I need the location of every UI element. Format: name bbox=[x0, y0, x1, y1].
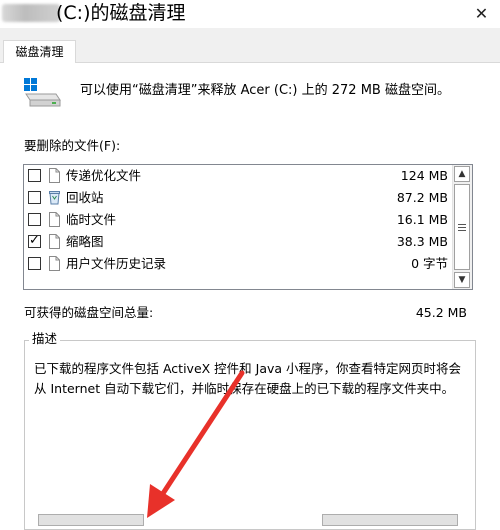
grip-line bbox=[458, 230, 466, 231]
item-checkbox[interactable] bbox=[28, 257, 41, 270]
file-icon bbox=[49, 256, 60, 271]
file-icon bbox=[49, 212, 60, 227]
view-files-button[interactable] bbox=[38, 514, 144, 526]
disk-cleanup-drive-icon bbox=[24, 78, 61, 107]
grip-line bbox=[458, 227, 466, 228]
blurred-title-prefix bbox=[2, 4, 60, 22]
item-size: 87.2 MB bbox=[396, 190, 448, 205]
scroll-down-button[interactable]: ▼ bbox=[454, 272, 470, 288]
item-name: 用户文件历史记录 bbox=[66, 256, 167, 271]
recycle-bin-icon bbox=[49, 191, 60, 205]
files-to-delete-label: 要删除的文件(F): bbox=[24, 138, 121, 153]
title-bar: (C:)的磁盘清理 ✕ bbox=[0, 0, 500, 28]
checkmark-icon: ✓ bbox=[29, 233, 40, 248]
list-scrollbar[interactable]: ▲ ▼ bbox=[452, 165, 472, 289]
total-space-value: 45.2 MB bbox=[415, 305, 467, 320]
description-legend: 描述 bbox=[29, 331, 61, 347]
list-item[interactable]: ✓ 缩略图 38.3 MB bbox=[24, 231, 454, 253]
item-name: 缩略图 bbox=[66, 234, 104, 249]
item-name: 传递优化文件 bbox=[66, 168, 142, 183]
item-size: 16.1 MB bbox=[396, 212, 448, 227]
scroll-thumb[interactable] bbox=[454, 184, 470, 270]
file-icon bbox=[49, 168, 60, 183]
close-button[interactable]: ✕ bbox=[463, 0, 500, 28]
description-text: 已下载的程序文件包括 ActiveX 控件和 Java 小程序，你查看特定网页时… bbox=[34, 361, 462, 396]
list-item[interactable]: 临时文件 16.1 MB bbox=[24, 209, 454, 231]
header-description: 可以使用“磁盘清理”来释放 Acer (C:) 上的 272 MB 磁盘空间。 bbox=[80, 83, 450, 98]
item-size: 0 字节 bbox=[411, 256, 448, 271]
total-space-label: 可获得的磁盘空间总量: bbox=[24, 305, 154, 320]
grip-line bbox=[458, 224, 466, 225]
list-item[interactable]: 回收站 87.2 MB bbox=[24, 187, 454, 209]
item-checkbox[interactable] bbox=[28, 169, 41, 182]
item-name: 临时文件 bbox=[66, 212, 117, 227]
item-size: 124 MB bbox=[400, 168, 448, 183]
files-listbox[interactable]: 传递优化文件 124 MB 回收站 87.2 MB 临时文件 16.1 MB ✓… bbox=[23, 164, 473, 290]
item-checkbox[interactable] bbox=[28, 213, 41, 226]
item-checkbox-checked[interactable]: ✓ bbox=[28, 233, 41, 248]
item-size: 38.3 MB bbox=[396, 234, 448, 249]
list-item[interactable]: 传递优化文件 124 MB bbox=[24, 165, 454, 187]
item-checkbox[interactable] bbox=[28, 191, 41, 204]
scroll-up-button[interactable]: ▲ bbox=[454, 166, 470, 182]
list-item[interactable]: 用户文件历史记录 0 字节 bbox=[24, 253, 454, 275]
clean-system-files-button[interactable] bbox=[322, 514, 458, 526]
item-name: 回收站 bbox=[66, 190, 104, 205]
file-icon bbox=[49, 234, 60, 249]
window-title: (C:)的磁盘清理 bbox=[56, 2, 186, 24]
tab-disk-cleanup[interactable]: 磁盘清理 bbox=[3, 40, 76, 63]
